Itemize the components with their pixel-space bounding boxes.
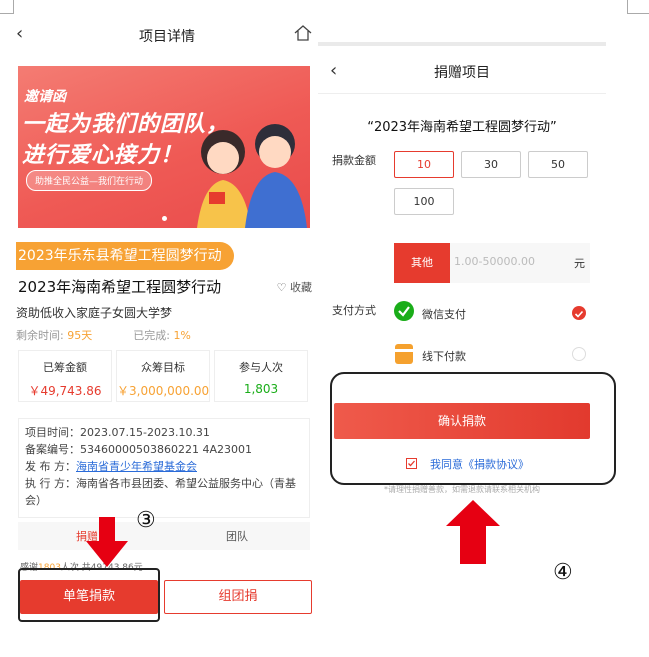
wechat-pay-icon xyxy=(394,301,414,321)
stat-value: 1,803 xyxy=(243,382,279,396)
detail-tabs: 捐赠 团队 xyxy=(18,522,310,550)
wechat-radio-checked[interactable] xyxy=(572,306,586,320)
project-meta: 剩余时间: 95天 已完成: 1% xyxy=(16,327,191,343)
stat-label: 众筹目标 xyxy=(141,361,185,374)
amount-option-50[interactable]: 50 xyxy=(528,151,588,178)
other-amount-row: 其他 1.00-50000.00 xyxy=(394,243,590,283)
arrow-down-icon xyxy=(86,517,128,567)
pay-wechat-label[interactable]: 微信支付 xyxy=(422,306,466,322)
project-tag: 2023年乐东县希望工程圆梦行动 xyxy=(16,242,234,270)
banner-image[interactable]: 邀请函 一起为我们的团队， 进行爱心接力！ 助推全民公益—我们在行动 xyxy=(18,66,310,228)
other-amount-input[interactable]: 1.00-50000.00 xyxy=(454,255,535,268)
carousel-dot[interactable] xyxy=(162,216,167,221)
banner-illustration xyxy=(197,124,307,228)
stat-participants: 参与人次 1,803 xyxy=(214,350,308,402)
completed-label: 已完成: xyxy=(133,329,170,342)
info-record: 备案编号：53460000503860221 4A23001 xyxy=(25,443,252,456)
amount-option-100[interactable]: 100 xyxy=(394,188,454,215)
banner-invite: 邀请函 xyxy=(24,89,66,105)
donate-header: 捐赠项目 xyxy=(318,62,606,82)
banner-tag: 助推全民公益—我们在行动 xyxy=(26,170,153,191)
offline-pay-icon xyxy=(395,344,413,364)
publisher-link[interactable]: 海南省青少年希望基金会 xyxy=(76,460,197,473)
corner-mark-right xyxy=(627,0,649,14)
pay-method-label: 支付方式 xyxy=(332,304,376,317)
detail-header: ‹ 项目详情 xyxy=(16,14,318,58)
tab-team[interactable]: 团队 xyxy=(226,528,248,544)
offline-radio[interactable] xyxy=(572,347,586,361)
highlight-box-confirm xyxy=(330,372,616,485)
highlight-box-single xyxy=(18,568,160,622)
collect-button[interactable]: ♡ 收藏 xyxy=(277,279,312,295)
collect-label: 收藏 xyxy=(290,281,312,294)
pay-offline-label[interactable]: 线下付款 xyxy=(422,348,466,364)
home-icon[interactable] xyxy=(292,22,314,44)
remaining-value: 95天 xyxy=(67,329,93,342)
stat-raised: 已筹金额 ￥49,743.86 xyxy=(18,350,112,402)
page-title: 项目详情 xyxy=(139,29,195,45)
remaining-label: 剩余时间: xyxy=(16,329,64,342)
refund-hint: *请理性捐赠善款，如需退款请联系相关机构 xyxy=(384,485,540,494)
heart-icon: ♡ xyxy=(276,281,287,294)
banner-line2: 进行爱心接力！ xyxy=(22,143,184,168)
amount-option-10[interactable]: 10 xyxy=(394,151,454,178)
other-amount-button[interactable]: 其他 xyxy=(394,243,450,283)
page-title: 捐赠项目 xyxy=(434,65,490,81)
amount-option-30[interactable]: 30 xyxy=(461,151,521,178)
arrow-up-icon xyxy=(446,500,500,564)
top-bar xyxy=(318,42,606,46)
info-time: 项目时间：2023.07.15-2023.10.31 xyxy=(25,426,210,439)
project-detail-screen: ‹ 项目详情 邀请函 一起为我们的团队， 进行爱心接力！ 助推全民公益—我们在行… xyxy=(16,14,318,629)
stat-value: ￥49,743.86 xyxy=(28,384,102,398)
stat-goal: 众筹目标 ￥3,000,000.00 xyxy=(116,350,210,402)
donate-project-name: “2023年海南希望工程圆梦行动” xyxy=(367,120,557,135)
amount-unit: 元 xyxy=(574,257,585,270)
step-marker-4: ④ xyxy=(553,560,573,585)
project-title: 2023年海南希望工程圆梦行动 xyxy=(18,278,222,296)
stat-label: 已筹金额 xyxy=(43,361,87,374)
stat-label: 参与人次 xyxy=(239,361,283,374)
corner-mark-left xyxy=(0,0,14,14)
divider xyxy=(318,93,606,94)
info-executor: 执 行 方：海南省各市县团委、希望公益服务中心（青基会） xyxy=(25,477,296,507)
stat-value: ￥3,000,000.00 xyxy=(117,384,210,398)
completed-value: 1% xyxy=(173,329,191,342)
project-info: 项目时间：2023.07.15-2023.10.31 备案编号：53460000… xyxy=(18,418,310,518)
amount-label: 捐款金额 xyxy=(332,154,376,167)
group-donate-button[interactable]: 组团捐 xyxy=(164,580,312,614)
info-publisher: 发 布 方：海南省青少年希望基金会 xyxy=(25,460,197,473)
step-marker-3: ③ xyxy=(136,508,156,533)
project-subtitle: 资助低收入家庭子女圆大学梦 xyxy=(16,306,173,320)
